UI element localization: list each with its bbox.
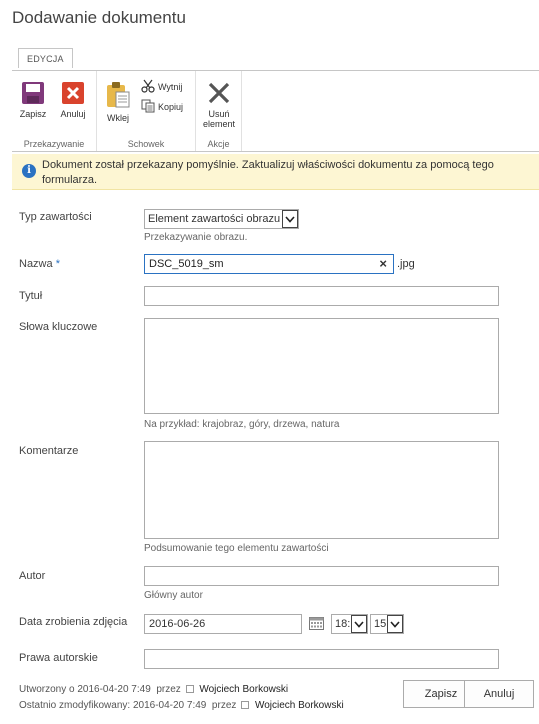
keywords-hint: Na przykład: krajobraz, góry, drzewa, na… bbox=[144, 419, 340, 430]
date-input[interactable]: 2016-06-26 bbox=[144, 614, 302, 634]
copy-icon bbox=[141, 99, 155, 115]
cancel-ribbon-button[interactable]: Anuluj bbox=[56, 81, 90, 119]
minute-select[interactable]: 15 bbox=[370, 614, 405, 634]
created-user-link[interactable]: Wojciech Borkowski bbox=[199, 684, 288, 695]
copyright-input[interactable] bbox=[144, 649, 499, 669]
paste-icon bbox=[105, 81, 131, 109]
keywords-textarea[interactable] bbox=[144, 318, 499, 414]
cancel-icon bbox=[61, 81, 85, 105]
save-ribbon-button[interactable]: Zapisz bbox=[18, 81, 48, 119]
group-label-clipboard: Schowek bbox=[127, 139, 165, 149]
comments-textarea[interactable] bbox=[144, 441, 499, 539]
page-title: Dodawanie dokumentu bbox=[12, 8, 186, 27]
paste-ribbon-button[interactable]: Wklej bbox=[103, 81, 133, 123]
scissors-icon bbox=[141, 79, 155, 95]
created-info: Utworzony o 2016-04-20 7:49 przez Wojcie… bbox=[19, 684, 289, 695]
content-type-label: Typ zawartości bbox=[19, 211, 92, 223]
file-extension: .jpg bbox=[397, 258, 415, 270]
ribbon: Zapisz Anuluj Przekazywanie Wklej Wytnij… bbox=[12, 70, 539, 152]
hour-select[interactable]: 18: bbox=[331, 614, 369, 634]
content-type-hint: Przekazywanie obrazu. bbox=[144, 232, 248, 243]
title-label: Tytuł bbox=[19, 290, 43, 302]
cancel-button[interactable]: Anuluj bbox=[464, 680, 534, 708]
ribbon-tabbar: EDYCJA bbox=[18, 48, 73, 68]
group-label-commit: Przekazywanie bbox=[23, 139, 85, 149]
notice-message: Dokument został przekazany pomyślnie. Za… bbox=[42, 159, 494, 186]
author-input[interactable] bbox=[144, 566, 499, 586]
tab-edit[interactable]: EDYCJA bbox=[18, 48, 73, 68]
author-hint: Główny autor bbox=[144, 590, 203, 601]
delete-item-ribbon-button[interactable]: Usuń element bbox=[198, 81, 240, 129]
name-input[interactable]: DSC_5019_sm × bbox=[144, 254, 394, 274]
title-input[interactable] bbox=[144, 286, 499, 306]
modified-info: Ostatnio zmodyfikowany: 2016-04-20 7:49 … bbox=[19, 700, 344, 711]
calendar-icon[interactable] bbox=[309, 616, 324, 633]
content-type-select[interactable]: Element zawartości obrazu bbox=[144, 209, 300, 229]
group-label-actions: Akcje bbox=[207, 139, 230, 149]
presence-icon bbox=[241, 701, 250, 709]
status-notice: i Dokument został przekazany pomyślnie. … bbox=[12, 154, 539, 190]
comments-label: Komentarze bbox=[19, 445, 79, 457]
date-taken-label: Data zrobienia zdjęcia bbox=[19, 616, 128, 628]
copy-ribbon-button[interactable]: Kopiuj bbox=[141, 99, 183, 115]
ribbon-group-actions: Usuń element Akcje bbox=[196, 71, 242, 151]
name-label: Nazwa * bbox=[19, 258, 60, 270]
comments-hint: Podsumowanie tego elementu zawartości bbox=[144, 543, 329, 554]
info-icon: i bbox=[22, 164, 36, 178]
keywords-label: Słowa kluczowe bbox=[19, 321, 98, 333]
clear-icon[interactable]: × bbox=[379, 256, 387, 271]
ribbon-group-commit: Zapisz Anuluj Przekazywanie bbox=[12, 71, 97, 151]
save-icon bbox=[21, 81, 45, 105]
chevron-down-icon bbox=[351, 615, 368, 633]
author-label: Autor bbox=[19, 570, 46, 582]
presence-icon bbox=[185, 685, 194, 693]
ribbon-group-clipboard: Wklej Wytnij Kopiuj Schowek bbox=[97, 71, 196, 151]
copyright-label: Prawa autorskie bbox=[19, 652, 98, 664]
delete-x-icon bbox=[207, 81, 231, 105]
cut-ribbon-button[interactable]: Wytnij bbox=[141, 79, 182, 95]
chevron-down-icon bbox=[387, 615, 404, 633]
modified-user-link[interactable]: Wojciech Borkowski bbox=[255, 700, 344, 711]
chevron-down-icon bbox=[282, 210, 299, 228]
